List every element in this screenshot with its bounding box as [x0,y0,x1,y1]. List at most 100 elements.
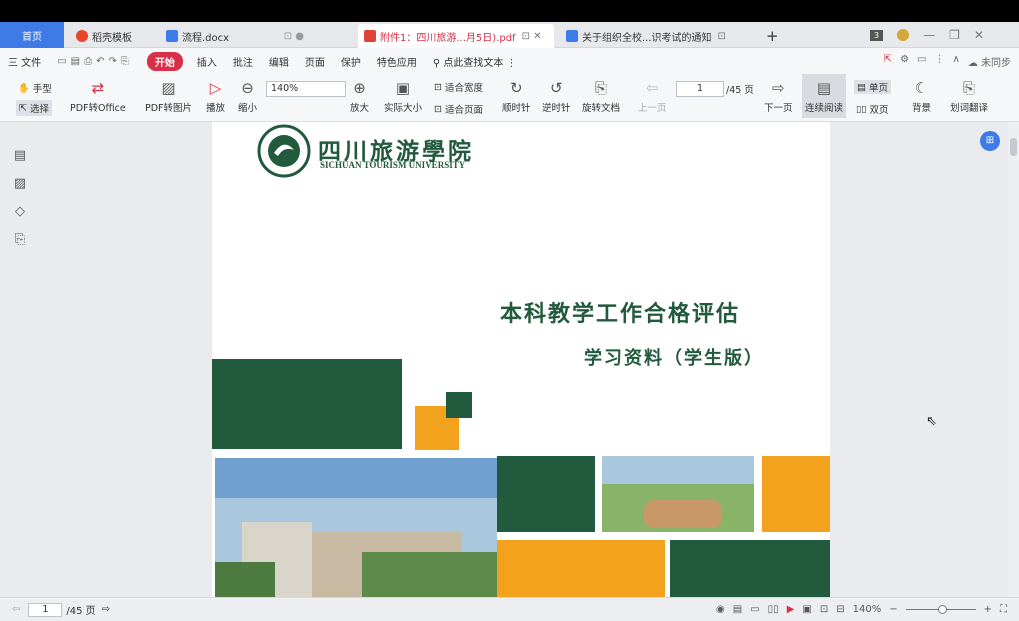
close-window-icon[interactable]: ✕ [974,28,984,42]
menu-features[interactable]: 特色应用 [369,54,425,69]
prev-page-button[interactable]: ⇦ 上一页 [638,78,667,114]
continuous-view-icon[interactable]: ▤ [733,604,742,615]
green-block-bottom [670,540,830,598]
minimize-icon[interactable]: — [923,28,935,42]
more-icon[interactable]: ⋮ [934,54,944,69]
single-page-icon: ▤ [857,81,866,93]
zoom-input[interactable]: 140% [266,81,346,97]
play-icon[interactable]: ▶ [787,604,795,615]
scrollbar-thumb[interactable] [1010,138,1017,156]
thumbnail-icon[interactable]: ▨ [12,176,28,192]
zoom-out-button[interactable]: ⊖ 缩小 [238,78,257,114]
search-text[interactable]: ⚲ 点此查找文本 ⋮ [425,54,525,69]
tab-pdf-attachment[interactable]: 附件1：四川旅游...月5日).pdf ⊡ ✕ [358,24,554,48]
collapse-icon[interactable]: ∧ [952,54,959,69]
new-tab-button[interactable]: + [760,24,784,48]
status-zoom: 140% [852,604,882,615]
background-button[interactable]: ☾ 背景 [912,78,931,114]
vertical-scrollbar[interactable] [1008,122,1019,597]
document-page: 四川旅游學院 SICHUAN TOURISM UNIVERSITY 本科教学工作… [212,122,830,598]
fit-width-button[interactable]: ⊡ 适合宽度 [434,80,483,95]
rotate-doc-button[interactable]: ⎘ 旋转文档 [582,78,620,114]
hand-icon: ✋ [18,82,30,94]
zoom-slider-thumb[interactable] [937,604,947,614]
annotation-icon[interactable]: ◇ [12,204,28,220]
restore-icon[interactable]: ❐ [949,28,960,42]
menu-edit[interactable]: 编辑 [261,54,297,69]
fullscreen-icon[interactable]: ⛶ [1000,604,1007,615]
rotate-ccw-button[interactable]: ↺ 逆时针 [542,78,571,114]
tab-home-label: 首页 [22,31,42,43]
hand-tool[interactable]: ✋ 手型 [18,81,52,96]
double-page-label: 双页 [869,105,889,116]
menu-start[interactable]: 开始 [146,51,183,71]
menu-protect[interactable]: 保护 [333,54,369,69]
single-page-button[interactable]: ▤ 单页 [854,80,891,94]
tab-label: 附件1：四川旅游...月5日).pdf [380,32,516,44]
continuous-read-button[interactable]: ▤ 连续阅读 [802,74,846,118]
tab-docer-templates[interactable]: 稻壳模板 [70,24,156,48]
fit-width-icon[interactable]: ⊟ [836,604,844,615]
double-view-icon[interactable]: ▯▯ [768,604,779,615]
menu-insert[interactable]: 插入 [189,54,225,69]
single-view-icon[interactable]: ▭ [750,604,759,615]
tab-home[interactable]: 首页 [0,22,64,48]
single-page-label: 单页 [868,83,888,94]
fit-page-button[interactable]: ⊡ 适合页面 [434,102,483,117]
image-icon: ▨ [161,79,176,97]
zoom-out-icon: ⊖ [241,79,254,97]
fit-page-label: 适合页面 [444,105,483,116]
tab-pin-icon[interactable]: ⊡ [718,31,726,42]
next-page-button[interactable]: ⇨ 下一页 [764,78,793,114]
bookmark-icon[interactable]: ▤ [12,148,28,164]
tab-notice-doc[interactable]: 关于组织全校...识考试的通知 ⊡ [560,24,740,48]
actual-size-button[interactable]: ▣ 实际大小 [384,78,422,114]
next-page-label: 下一页 [764,103,793,114]
play-button[interactable]: ▷ 播放 [206,78,225,114]
share-icon[interactable]: ⇱ [884,54,892,69]
zoom-slider[interactable] [905,604,976,615]
tab-count-icon[interactable]: 3 [870,29,884,41]
orange-block-bottom [497,540,665,598]
eye-icon[interactable]: ◉ [716,604,725,615]
attachment-icon[interactable]: ⎘ [12,232,28,248]
rotate-doc-icon: ⎘ [595,79,608,97]
tab-flow-docx[interactable]: 流程.docx ⊡ ● [160,24,310,48]
actual-size-icon[interactable]: ▣ [802,604,811,615]
zoom-out-label: 缩小 [238,103,258,114]
zoom-out-icon[interactable]: − [889,604,897,615]
settings-icon[interactable]: ⚙ [900,54,909,69]
menu-page[interactable]: 页面 [297,54,333,69]
tab-label: 关于组织全校...识考试的通知 [582,32,712,44]
tab-close-icon[interactable]: ⊡ ✕ [522,31,542,42]
university-name-en: SICHUAN TOURISM UNIVERSITY [320,160,466,170]
page-number-input[interactable]: 1 [676,81,724,97]
green-block-right [497,456,595,532]
double-page-button[interactable]: ▯▯ 双页 [856,102,889,117]
translate-button[interactable]: ⎘ 划词翻译 [950,78,988,114]
fit-page-icon: ⊡ [434,103,442,115]
tab-pin-icon[interactable]: ⊡ ● [284,31,304,42]
status-page-input[interactable]: 1 [28,602,63,617]
rotate-cw-button[interactable]: ↻ 顺时针 [502,78,531,114]
menu-file[interactable]: 三 文件 [0,54,49,69]
menu-bar: 三 文件 ▭▤⎙↶↷⎘ 开始 插入 批注 编辑 页面 保护 特色应用 ⚲ 点此查… [0,48,1019,74]
zoom-in-button[interactable]: ⊕ 放大 [350,78,369,114]
comment-icon[interactable]: ▭ [917,54,926,69]
rotate-ccw-icon: ↺ [549,79,563,97]
fit-page-icon[interactable]: ⊡ [820,604,828,615]
floating-assistant-icon[interactable]: ⊞ [980,131,1000,151]
status-prev-icon[interactable]: ⇦ [12,604,20,615]
zoom-in-icon[interactable]: + [984,604,992,615]
select-tool[interactable]: ⇱ 选择 [16,100,52,116]
status-next-icon[interactable]: ⇨ [102,604,110,615]
word-doc-icon [166,30,178,42]
search-icon: ⚲ [432,57,444,69]
pdf-to-office-button[interactable]: ⇄ PDF转Office [70,78,126,114]
avatar[interactable] [897,29,910,41]
quick-access-icons[interactable]: ▭▤⎙↶↷⎘ [49,56,141,67]
zoom-in-icon: ⊕ [353,79,366,97]
sync-status[interactable]: ☁ 未同步 [968,54,1011,69]
pdf-to-image-button[interactable]: ▨ PDF转图片 [145,78,192,114]
menu-comment[interactable]: 批注 [225,54,261,69]
